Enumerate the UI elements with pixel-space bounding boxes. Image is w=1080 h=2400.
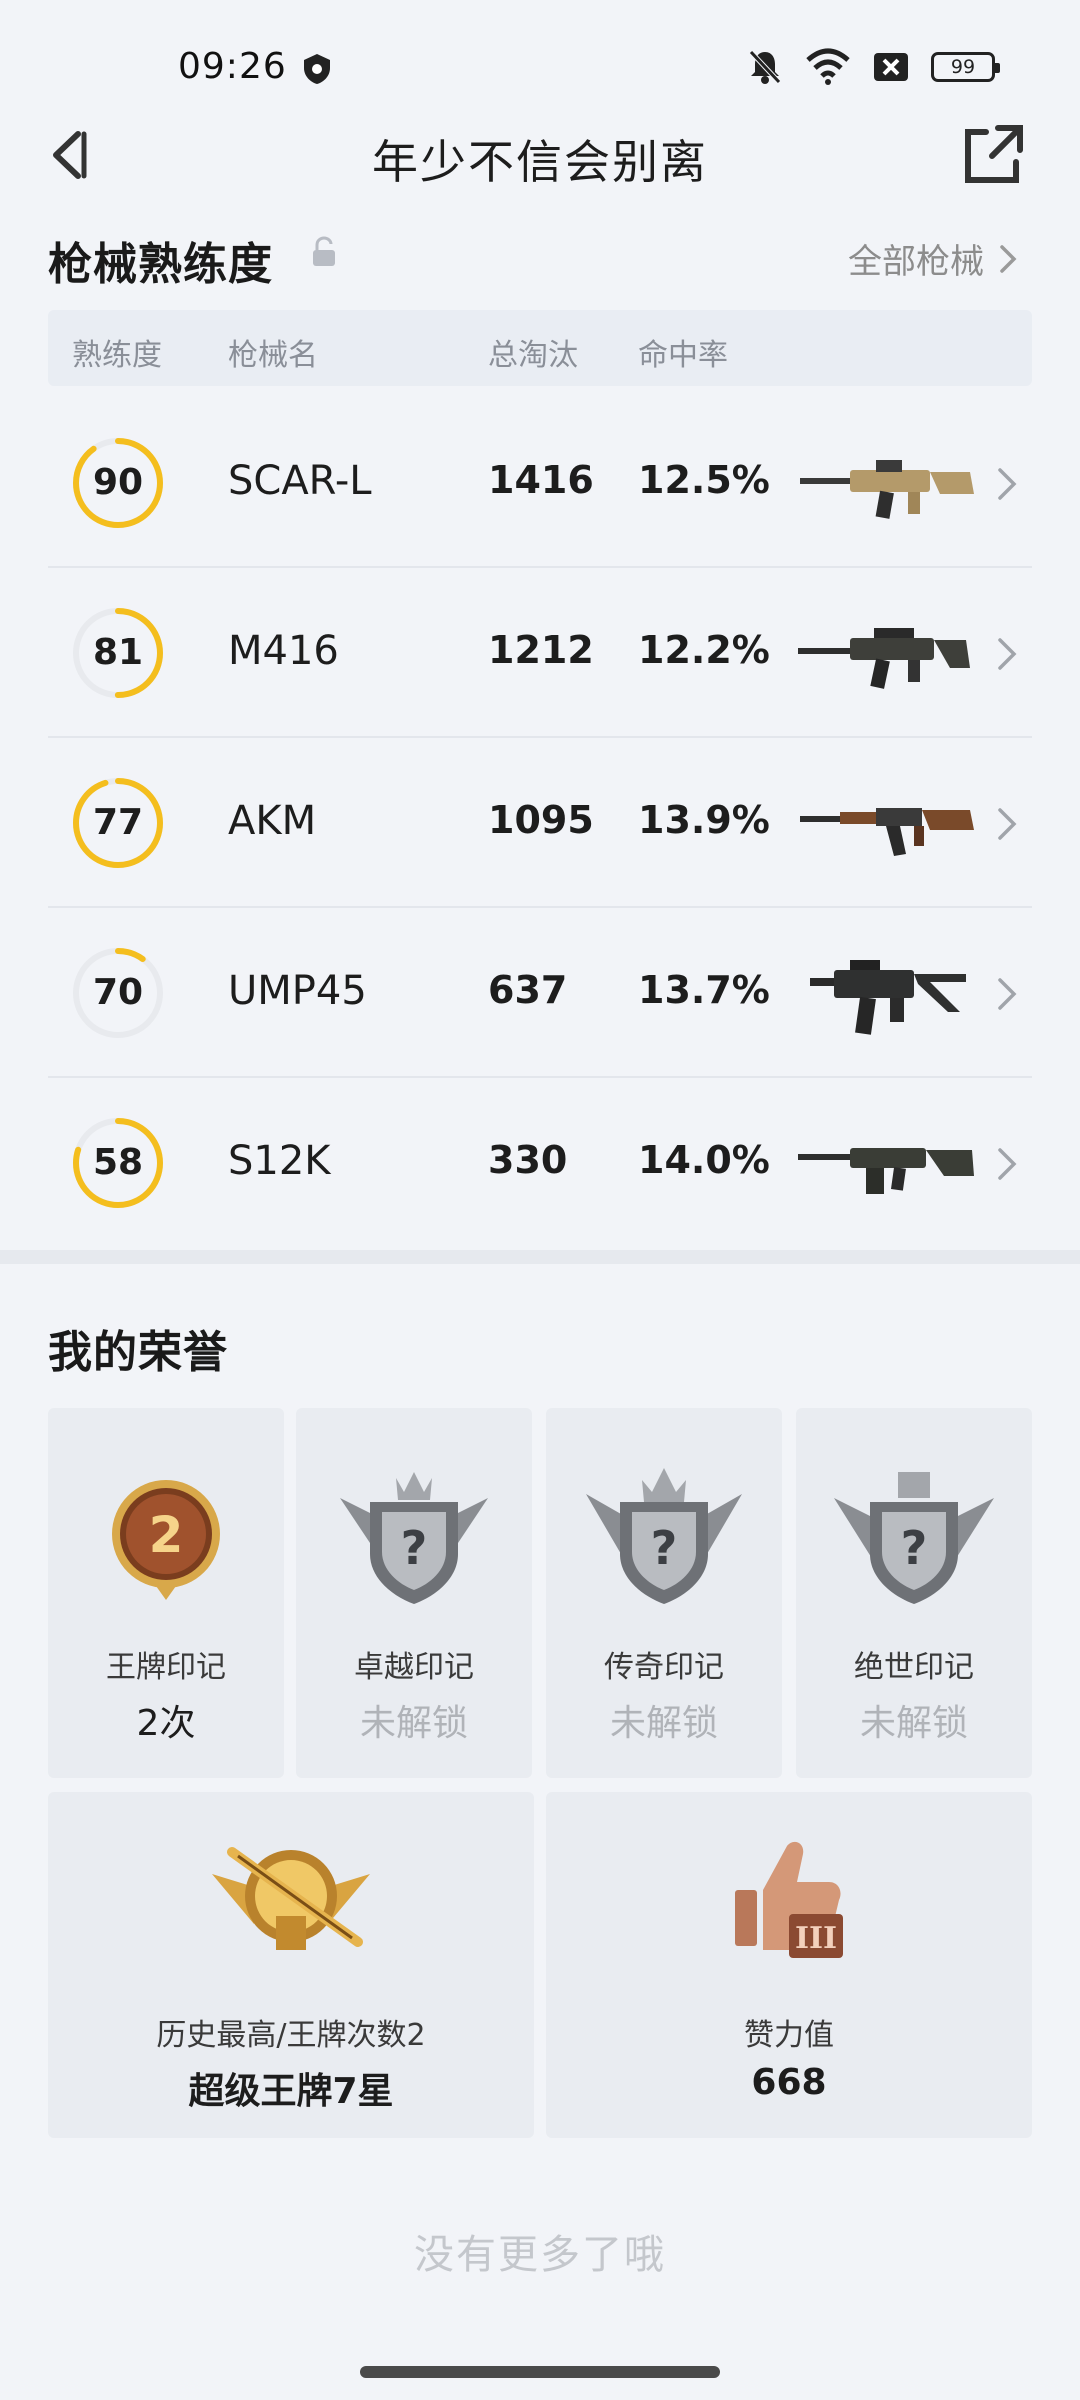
chevron-right-icon bbox=[998, 978, 1017, 1010]
gun-section-title: 枪械熟练度 bbox=[48, 239, 273, 290]
honor-card-excellence[interactable]: ? 卓越印记 未解锁 bbox=[296, 1408, 532, 1778]
honor-label: 王牌印记 bbox=[106, 1650, 226, 1685]
gun-name: UMP45 bbox=[228, 968, 367, 1014]
gun-hit-rate: 13.7% bbox=[638, 968, 770, 1012]
thumbs-up-icon: III bbox=[735, 1841, 843, 1958]
proficiency-value: 70 bbox=[92, 972, 144, 1013]
svg-text:?: ? bbox=[401, 1521, 428, 1575]
top-bar: 年少不信会别离 bbox=[0, 110, 1080, 200]
status-time: 09:26 bbox=[178, 46, 287, 87]
chevron-right-icon bbox=[998, 468, 1017, 500]
honor-label: 绝世印记 bbox=[854, 1650, 974, 1685]
gun-kills: 637 bbox=[488, 968, 568, 1012]
honor-card-peerless[interactable]: ? 绝世印记 未解锁 bbox=[796, 1408, 1032, 1778]
ace-badge-number: 2 bbox=[149, 1506, 184, 1564]
gun-name: SCAR-L bbox=[228, 458, 372, 504]
all-guns-link[interactable]: 全部枪械 bbox=[848, 234, 1018, 283]
col-proficiency: 熟练度 bbox=[72, 338, 162, 373]
end-of-list-text: 没有更多了哦 bbox=[414, 2232, 666, 2278]
honor-value: 超级王牌7星 bbox=[188, 2071, 394, 2112]
honor-value: 未解锁 bbox=[859, 1703, 968, 1744]
wifi-icon bbox=[806, 48, 850, 85]
all-guns-label: 全部枪械 bbox=[848, 242, 984, 282]
unlock-icon bbox=[313, 236, 335, 266]
locked-badge-icon: ? bbox=[340, 1472, 488, 1604]
gun-hit-rate: 13.9% bbox=[638, 798, 770, 842]
gun-hit-rate: 12.5% bbox=[638, 458, 770, 502]
shield-icon bbox=[304, 54, 330, 84]
gun-kills: 1416 bbox=[488, 458, 594, 502]
gun-name: M416 bbox=[228, 628, 339, 674]
honor-value: 未解锁 bbox=[359, 1703, 468, 1744]
gun-image bbox=[790, 608, 980, 698]
home-indicator[interactable] bbox=[360, 2366, 720, 2378]
proficiency-value: 58 bbox=[92, 1142, 144, 1183]
honor-label: 卓越印记 bbox=[354, 1650, 474, 1685]
honor-card-likes[interactable]: III 赞力值 668 bbox=[546, 1792, 1032, 2138]
chevron-right-icon bbox=[1000, 244, 1017, 273]
honor-label: 赞力值 bbox=[744, 2018, 834, 2053]
gun-hit-rate: 12.2% bbox=[638, 628, 770, 672]
gun-row[interactable]: 70 UMP45 637 13.7% bbox=[48, 908, 1032, 1078]
gun-kills: 330 bbox=[488, 1138, 568, 1182]
locked-badge-icon: ? bbox=[586, 1468, 742, 1604]
gun-image bbox=[790, 778, 980, 868]
bell-muted-icon bbox=[749, 50, 781, 84]
page-title: 年少不信会别离 bbox=[372, 135, 708, 189]
col-kills: 总淘汰 bbox=[488, 338, 578, 373]
gun-row[interactable]: 90 SCAR-L 1416 12.5% bbox=[48, 398, 1032, 568]
gun-row[interactable]: 58 S12K 330 14.0% bbox=[48, 1078, 1032, 1248]
ace-badge-icon: 2 bbox=[112, 1480, 220, 1600]
chevron-right-icon bbox=[998, 638, 1017, 670]
honor-card-highest-tier[interactable]: 历史最高/王牌次数2 超级王牌7星 bbox=[48, 1792, 534, 2138]
honor-value: 2次 bbox=[136, 1703, 196, 1744]
status-icons: 99 bbox=[747, 48, 1000, 86]
honor-label: 传奇印记 bbox=[604, 1650, 724, 1685]
svg-text:III: III bbox=[795, 1921, 837, 1956]
honor-card-legend[interactable]: ? 传奇印记 未解锁 bbox=[546, 1408, 782, 1778]
honor-value: 668 bbox=[751, 2062, 827, 2103]
proficiency-value: 77 bbox=[92, 802, 144, 843]
ace-tier-icon bbox=[212, 1847, 370, 1950]
gun-kills: 1095 bbox=[488, 798, 594, 842]
honor-value: 未解锁 bbox=[609, 1703, 718, 1744]
share-button[interactable] bbox=[958, 120, 1028, 190]
gun-image bbox=[790, 1118, 980, 1208]
chevron-right-icon bbox=[998, 808, 1017, 840]
proficiency-value: 81 bbox=[92, 632, 144, 673]
col-hit-rate: 命中率 bbox=[638, 338, 728, 373]
section-divider bbox=[0, 1250, 1080, 1264]
battery-icon: 99 bbox=[931, 52, 1000, 82]
honor-card-ace[interactable]: 2 王牌印记 2次 bbox=[48, 1408, 284, 1778]
svg-text:?: ? bbox=[901, 1521, 928, 1575]
gun-image bbox=[790, 438, 980, 528]
gun-row[interactable]: 77 AKM 1095 13.9% bbox=[48, 738, 1032, 908]
honor-label: 历史最高/王牌次数2 bbox=[156, 2018, 426, 2053]
proficiency-value: 90 bbox=[92, 462, 144, 503]
sim-blocked-icon bbox=[874, 53, 908, 81]
chevron-right-icon bbox=[998, 1148, 1017, 1180]
honor-section-title: 我的荣誉 bbox=[48, 1327, 228, 1378]
gun-hit-rate: 14.0% bbox=[638, 1138, 770, 1182]
svg-text:?: ? bbox=[651, 1521, 678, 1575]
gun-name: S12K bbox=[228, 1138, 331, 1184]
gun-row[interactable]: 81 M416 1212 12.2% bbox=[48, 568, 1032, 738]
gun-kills: 1212 bbox=[488, 628, 594, 672]
col-gun-name: 枪械名 bbox=[228, 338, 318, 373]
gun-name: AKM bbox=[228, 798, 317, 844]
locked-badge-icon: ? bbox=[834, 1472, 994, 1604]
gun-image bbox=[790, 948, 980, 1038]
table-header: 熟练度 枪械名 总淘汰 命中率 bbox=[48, 310, 1032, 386]
